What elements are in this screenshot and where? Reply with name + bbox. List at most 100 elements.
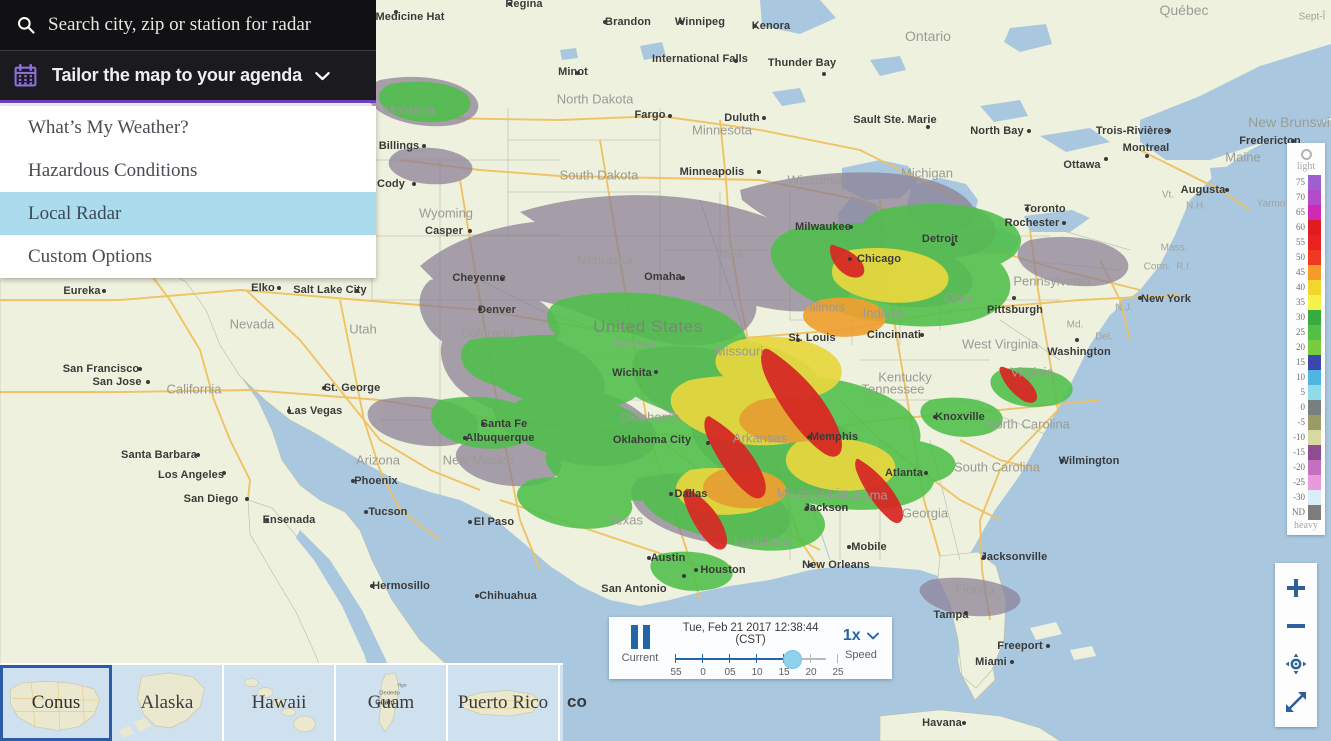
- legend-value: 30: [1296, 312, 1305, 322]
- zoom-in-button[interactable]: [1275, 569, 1317, 607]
- legend-row: 30: [1287, 310, 1325, 325]
- region-tab-hawaii[interactable]: Hawaii: [224, 665, 336, 741]
- region-tab-guam[interactable]: Dededo Yigo Guam Guam: [336, 665, 448, 741]
- recenter-button[interactable]: [1275, 645, 1317, 683]
- legend-swatch: [1308, 250, 1321, 265]
- timeline-panel[interactable]: Current Tue, Feb 21 2017 12:38:44 (CST) …: [609, 617, 892, 679]
- legend-row: 75: [1287, 175, 1325, 190]
- slider-tick-label: 55: [670, 667, 682, 678]
- legend-value: 35: [1296, 297, 1305, 307]
- speed-selector[interactable]: 1x Speed: [830, 617, 892, 661]
- legend-row: ND: [1287, 505, 1325, 520]
- zoom-out-button[interactable]: [1275, 607, 1317, 645]
- legend-row: -25: [1287, 475, 1325, 490]
- legend-row: 20: [1287, 340, 1325, 355]
- legend-value: -15: [1293, 447, 1305, 457]
- legend-value: -30: [1293, 492, 1305, 502]
- legend-value: 75: [1296, 177, 1305, 187]
- agenda-item-local-radar[interactable]: Local Radar: [0, 192, 376, 235]
- region-tab-alaska[interactable]: Alaska: [112, 665, 224, 741]
- slider-fill: [675, 658, 793, 660]
- search-input[interactable]: Search city, zip or station for radar: [48, 14, 311, 36]
- timeline-slider[interactable]: [671, 650, 838, 669]
- legend-swatch: [1308, 385, 1321, 400]
- legend-row: 50: [1287, 250, 1325, 265]
- chevron-down-icon[interactable]: [867, 632, 880, 640]
- legend-swatch: [1308, 445, 1321, 460]
- legend-swatch: [1308, 400, 1321, 415]
- legend-value: 20: [1296, 342, 1305, 352]
- agenda-item-label: What’s My Weather?: [28, 116, 189, 138]
- region-tab-puerto-rico[interactable]: Puerto Rico: [448, 665, 560, 741]
- radar-legend[interactable]: light 75 70 65 60 55 50 45 40 35 30 25 20 15 10 5 0 -5 -1…: [1287, 143, 1325, 535]
- minus-icon: [1287, 624, 1305, 628]
- legend-swatch: [1308, 310, 1321, 325]
- speed-label: Speed: [845, 649, 877, 661]
- legend-row: 0: [1287, 400, 1325, 415]
- map-controls[interactable]: [1275, 563, 1317, 727]
- legend-row: -15: [1287, 445, 1325, 460]
- legend-value: -5: [1297, 417, 1306, 427]
- legend-value: 70: [1296, 192, 1305, 202]
- agenda-item-custom-options[interactable]: Custom Options: [0, 235, 376, 278]
- agenda-item-label: Local Radar: [28, 202, 122, 224]
- legend-row: 35: [1287, 295, 1325, 310]
- legend-swatch: [1308, 430, 1321, 445]
- region-tab-label: Conus: [31, 692, 81, 713]
- chevron-down-icon[interactable]: [315, 71, 330, 81]
- legend-value: 45: [1296, 267, 1305, 277]
- agenda-item-label: Hazardous Conditions: [28, 159, 198, 181]
- legend-swatch: [1308, 235, 1321, 250]
- search-bar[interactable]: Search city, zip or station for radar: [0, 0, 376, 51]
- legend-row: 40: [1287, 280, 1325, 295]
- region-tab-label: Hawaii: [251, 692, 307, 713]
- play-pause-button[interactable]: Current: [609, 617, 671, 664]
- region-tab-label: Puerto Rico: [457, 692, 549, 713]
- play-state-label: Current: [621, 652, 659, 664]
- expand-arrows-icon: [1286, 692, 1306, 712]
- slider-tick-labels: 55 0 05 10 15 20 25: [670, 667, 843, 681]
- agenda-item-what-s-my-weather[interactable]: What’s My Weather?: [0, 106, 376, 149]
- agenda-dropdown-toggle[interactable]: Tailor the map to your agenda: [0, 51, 376, 103]
- legend-value: 40: [1296, 282, 1305, 292]
- region-partial-label: co: [567, 692, 587, 711]
- legend-row: 25: [1287, 325, 1325, 340]
- legend-swatch: [1308, 475, 1321, 490]
- slider-tick-label: 0: [700, 667, 706, 678]
- legend-value: -20: [1293, 462, 1305, 472]
- slider-tick-label: 05: [724, 667, 736, 678]
- legend-value: 60: [1296, 222, 1305, 232]
- agenda-item-label: Custom Options: [28, 245, 153, 267]
- legend-swatch: [1308, 280, 1321, 295]
- agenda-item-hazardous-conditions[interactable]: Hazardous Conditions: [0, 149, 376, 192]
- legend-value: -10: [1293, 432, 1305, 442]
- legend-row: -5: [1287, 415, 1325, 430]
- timeline-timestamp: Tue, Feb 21 2017 12:38:44 (CST): [682, 622, 819, 646]
- agenda-menu[interactable]: What’s My Weather? Hazardous Conditions Lo…: [0, 106, 376, 278]
- legend-value: 10: [1296, 372, 1305, 382]
- legend-value: 15: [1296, 357, 1305, 367]
- legend-swatch: [1308, 415, 1321, 430]
- calendar-icon: [14, 63, 37, 87]
- legend-value: -25: [1293, 477, 1305, 487]
- legend-handle-icon[interactable]: [1300, 149, 1312, 160]
- search-icon: [17, 16, 35, 34]
- radar-app: United States Ontario Québec New Brunswi Mon…: [0, 0, 1331, 741]
- legend-scale: 75 70 65 60 55 50 45 40 35 30 25 20 15 10 5 0 -5 -10 -15 -2…: [1287, 175, 1325, 520]
- legend-swatch: [1308, 340, 1321, 355]
- slider-tick-label: 25: [832, 667, 844, 678]
- legend-swatch: [1308, 295, 1321, 310]
- legend-value: 50: [1296, 252, 1305, 262]
- agenda-title: Tailor the map to your agenda: [52, 65, 302, 85]
- legend-swatch: [1308, 505, 1321, 520]
- legend-swatch: [1308, 205, 1321, 220]
- crosshair-icon: [1285, 653, 1307, 675]
- legend-value: 65: [1296, 207, 1305, 217]
- legend-row: -10: [1287, 430, 1325, 445]
- legend-swatch: [1308, 325, 1321, 340]
- region-tab-conus[interactable]: Conus: [0, 665, 112, 741]
- slider-tick-label: 20: [805, 667, 817, 678]
- legend-swatch: [1308, 175, 1321, 190]
- fullscreen-button[interactable]: [1275, 683, 1317, 721]
- region-tab-strip[interactable]: Conus Alaska Hawaii Dededo Yigo Guam Guam Puert…: [0, 663, 563, 741]
